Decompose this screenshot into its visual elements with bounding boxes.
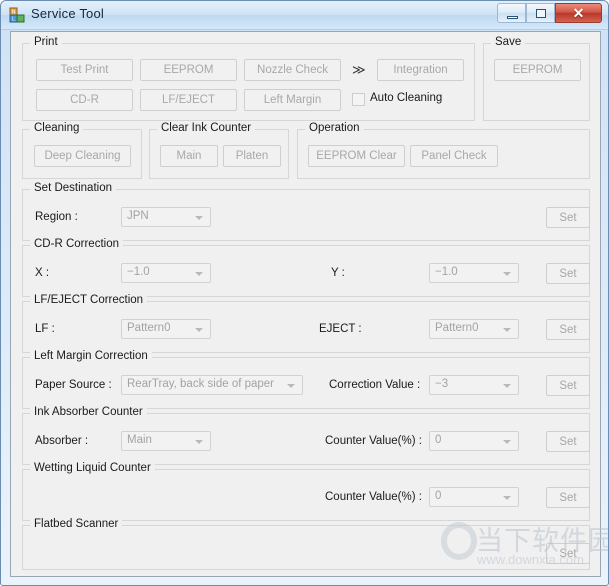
correction-value-label: Correction Value : [329,379,421,391]
cdr-correction-group: CD-R Correction X : −1.0 Y : −1.0 Set [22,238,590,297]
clear-ink-counter-group: Clear Ink Counter Main Platen [149,122,289,179]
minimize-icon [507,16,518,19]
chevron-down-icon [503,328,511,332]
panel-check-button[interactable]: Panel Check [410,145,498,167]
chevron-down-icon [503,384,511,388]
cdr-x-label: X : [35,267,50,279]
left-margin-set-button[interactable]: Set [546,375,590,396]
print-eeprom-button[interactable]: EEPROM [140,59,237,81]
paper-source-value: RearTray, back side of paper [127,378,275,390]
flatbed-scanner-group: Flatbed Scanner Set [22,518,590,570]
chevron-down-icon [503,272,511,276]
print-group-label: Print [30,36,62,48]
maximize-button[interactable] [526,3,555,23]
test-print-button[interactable]: Test Print [36,59,133,81]
absorber-select[interactable]: Main [121,431,211,451]
clear-ink-counter-group-label: Clear Ink Counter [157,122,256,134]
chevron-down-icon [195,440,203,444]
lf-label: LF : [35,323,55,335]
operation-group-label: Operation [305,122,364,134]
chevron-right-icon: ≫ [352,62,366,77]
absorber-label: Absorber : [35,435,89,447]
cdr-y-label: Y : [331,267,345,279]
absorber-value: Main [127,434,152,446]
close-button[interactable]: ✕ [555,3,602,23]
set-destination-group-label: Set Destination [30,182,116,194]
cleaning-group-label: Cleaning [30,122,84,134]
cdr-x-value: −1.0 [127,266,150,278]
wetting-counter-value: 0 [435,490,442,502]
cdr-x-select[interactable]: −1.0 [121,263,211,283]
paper-source-select[interactable]: RearTray, back side of paper [121,375,303,395]
deep-cleaning-button[interactable]: Deep Cleaning [34,145,131,167]
wetting-counter-value-label: Counter Value(%) : [325,491,422,503]
cdr-correction-group-label: CD-R Correction [30,238,123,250]
maximize-icon [536,9,546,18]
auto-cleaning-checkbox[interactable] [352,93,365,106]
lf-eject-button[interactable]: LF/EJECT [140,89,237,111]
wetting-liquid-counter-group-label: Wetting Liquid Counter [30,462,155,474]
eject-value: Pattern0 [435,322,479,334]
chevron-down-icon [195,272,203,276]
chevron-down-icon [503,440,511,444]
minimize-button[interactable] [497,3,526,23]
lf-value: Pattern0 [127,322,171,334]
eeprom-clear-button[interactable]: EEPROM Clear [308,145,405,167]
clear-ink-main-button[interactable]: Main [160,145,218,167]
wetting-liquid-set-button[interactable]: Set [546,487,590,508]
auto-cleaning-label: Auto Cleaning [370,92,443,104]
region-select[interactable]: JPN [121,207,211,227]
absorber-counter-value-select[interactable]: 0 [429,431,519,451]
wetting-liquid-counter-group: Wetting Liquid Counter Counter Value(%) … [22,462,590,521]
left-margin-button[interactable]: Left Margin [244,89,341,111]
paper-source-label: Paper Source : [35,379,112,391]
chevron-down-icon [195,328,203,332]
chevron-down-icon [287,384,295,388]
flatbed-scanner-set-button[interactable]: Set [546,543,590,564]
left-margin-correction-group: Left Margin Correction Paper Source : Re… [22,350,590,409]
flatbed-scanner-group-label: Flatbed Scanner [30,518,123,530]
absorber-counter-value-label: Counter Value(%) : [325,435,422,447]
wetting-counter-value-select[interactable]: 0 [429,487,519,507]
save-group: Save EEPROM [483,36,590,121]
correction-value: −3 [435,378,449,390]
title-bar: N L Service Tool ✕ [1,1,608,30]
region-value: JPN [127,210,149,222]
absorber-counter-value: 0 [435,434,442,446]
cdr-y-select[interactable]: −1.0 [429,263,519,283]
integration-button[interactable]: Integration [377,59,464,81]
eject-select[interactable]: Pattern0 [429,319,519,339]
cdr-y-value: −1.0 [435,266,458,278]
cleaning-group: Cleaning Deep Cleaning [22,122,142,179]
cdr-correction-set-button[interactable]: Set [546,263,590,284]
cd-r-button[interactable]: CD-R [36,89,133,111]
lf-eject-correction-group-label: LF/EJECT Correction [30,294,148,306]
client-area: Print Test Print EEPROM Nozzle Check CD-… [10,31,601,577]
window-title: Service Tool [31,6,104,21]
ink-absorber-counter-group-label: Ink Absorber Counter [30,406,147,418]
set-destination-set-button[interactable]: Set [546,207,590,228]
clear-ink-platen-button[interactable]: Platen [223,145,281,167]
chevron-down-icon [503,496,511,500]
close-icon: ✕ [572,5,585,21]
lf-eject-set-button[interactable]: Set [546,319,590,340]
set-destination-group: Set Destination Region : JPN Set [22,182,590,241]
save-eeprom-button[interactable]: EEPROM [494,59,581,81]
region-label: Region : [35,211,78,223]
operation-group: Operation EEPROM Clear Panel Check [297,122,590,179]
lf-select[interactable]: Pattern0 [121,319,211,339]
ink-absorber-set-button[interactable]: Set [546,431,590,452]
nozzle-check-button[interactable]: Nozzle Check [244,59,341,81]
correction-value-select[interactable]: −3 [429,375,519,395]
save-group-label: Save [491,36,526,48]
svg-text:L: L [12,17,15,23]
chevron-down-icon [195,216,203,220]
left-margin-correction-group-label: Left Margin Correction [30,350,152,362]
eject-label: EJECT : [319,323,362,335]
app-blocks-icon: N L [9,7,25,23]
lf-eject-correction-group: LF/EJECT Correction LF : Pattern0 EJECT … [22,294,590,353]
ink-absorber-counter-group: Ink Absorber Counter Absorber : Main Cou… [22,406,590,465]
service-tool-window: N L Service Tool ✕ Print Test Print EEPR… [0,0,609,586]
print-group: Print Test Print EEPROM Nozzle Check CD-… [22,36,475,121]
